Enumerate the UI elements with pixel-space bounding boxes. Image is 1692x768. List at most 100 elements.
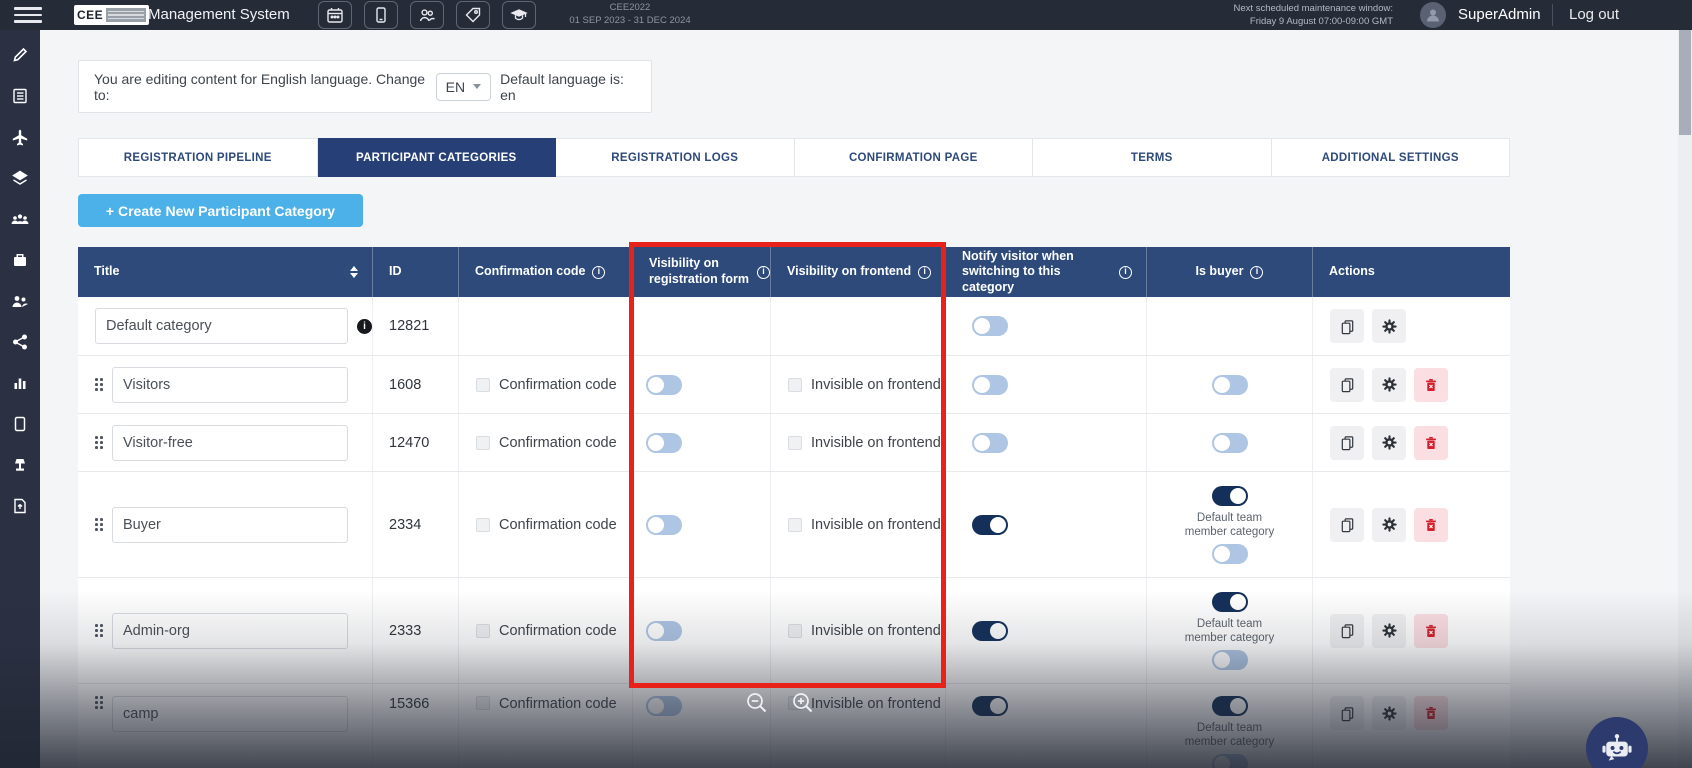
avatar[interactable]: [1420, 2, 1446, 28]
settings-button[interactable]: [1372, 368, 1406, 402]
tag-button[interactable]: [456, 1, 490, 29]
delete-button[interactable]: [1414, 508, 1448, 542]
drag-handle[interactable]: [95, 696, 103, 709]
username[interactable]: SuperAdmin: [1458, 6, 1541, 23]
copy-button[interactable]: [1330, 309, 1364, 343]
chatbot-button[interactable]: [1586, 717, 1648, 768]
default-team-toggle[interactable]: [1212, 544, 1248, 564]
sidebar-item-mobile-app[interactable]: [8, 415, 32, 433]
registration-visibility-toggle[interactable]: [646, 515, 682, 535]
confirmation-code-checkbox[interactable]: [476, 696, 490, 710]
copy-button[interactable]: [1330, 368, 1364, 402]
tab-participant-categories[interactable]: PARTICIPANT CATEGORIES: [318, 138, 557, 177]
default-team-toggle[interactable]: [1212, 754, 1248, 768]
sidebar-item-forms[interactable]: [8, 87, 32, 105]
sidebar-item-travel[interactable]: [8, 128, 32, 146]
category-title-input[interactable]: [95, 308, 348, 344]
category-title-input[interactable]: [112, 425, 348, 461]
info-icon[interactable]: [757, 266, 770, 279]
sidebar-item-exhibitors[interactable]: [8, 251, 32, 269]
tab-terms[interactable]: TERMS: [1033, 138, 1272, 177]
default-team-toggle[interactable]: [1212, 650, 1248, 670]
drag-handle[interactable]: [95, 436, 103, 449]
sidebar-item-documents[interactable]: [8, 497, 32, 515]
sort-control[interactable]: [350, 266, 358, 278]
drag-handle[interactable]: [95, 378, 103, 391]
is-buyer-toggle[interactable]: [1212, 433, 1248, 453]
delete-button[interactable]: [1414, 614, 1448, 648]
copy-button[interactable]: [1330, 426, 1364, 460]
sidebar-item-share[interactable]: [8, 333, 32, 351]
zoom-in-button[interactable]: [790, 690, 816, 716]
scrollbar-thumb[interactable]: [1679, 30, 1691, 135]
tab-registration-pipeline[interactable]: REGISTRATION PIPELINE: [78, 138, 318, 177]
category-title-input[interactable]: [112, 696, 348, 732]
notify-toggle[interactable]: [972, 621, 1008, 641]
mobile-button[interactable]: [364, 1, 398, 29]
confirmation-code-checkbox[interactable]: [476, 624, 490, 638]
notify-toggle[interactable]: [972, 375, 1008, 395]
copy-icon: [1339, 376, 1356, 393]
delete-button[interactable]: [1414, 426, 1448, 460]
create-category-button[interactable]: + Create New Participant Category: [78, 194, 363, 227]
category-title-input[interactable]: [112, 613, 348, 649]
info-icon[interactable]: [357, 319, 372, 334]
delete-button[interactable]: [1414, 368, 1448, 402]
invisible-frontend-checkbox[interactable]: [788, 518, 802, 532]
calendar-button[interactable]: [318, 1, 352, 29]
settings-button[interactable]: [1372, 614, 1406, 648]
confirmation-code-checkbox[interactable]: [476, 436, 490, 450]
tab-confirmation-page[interactable]: CONFIRMATION PAGE: [795, 138, 1034, 177]
confirmation-code-checkbox[interactable]: [476, 518, 490, 532]
delete-button[interactable]: [1414, 696, 1448, 730]
tab-additional-settings[interactable]: ADDITIONAL SETTINGS: [1272, 138, 1511, 177]
invisible-frontend-checkbox[interactable]: [788, 624, 802, 638]
language-select[interactable]: EN: [436, 73, 491, 101]
is-buyer-toggle[interactable]: [1212, 375, 1248, 395]
notify-toggle[interactable]: [972, 433, 1008, 453]
info-icon[interactable]: [1250, 266, 1263, 279]
copy-button[interactable]: [1330, 696, 1364, 730]
info-icon[interactable]: [918, 266, 931, 279]
copy-button[interactable]: [1330, 508, 1364, 542]
settings-button[interactable]: [1372, 508, 1406, 542]
users-button[interactable]: [410, 1, 444, 29]
notify-toggle[interactable]: [972, 696, 1008, 716]
is-buyer-toggle[interactable]: [1212, 592, 1248, 612]
copy-button[interactable]: [1330, 614, 1364, 648]
sidebar-item-stands[interactable]: [8, 456, 32, 474]
graduation-button[interactable]: [502, 1, 536, 29]
notify-toggle[interactable]: [972, 515, 1008, 535]
logout-button[interactable]: Log out: [1569, 6, 1619, 23]
scrollbar-track[interactable]: [1678, 28, 1692, 768]
hamburger-menu-icon[interactable]: [14, 7, 42, 23]
confirmation-code-checkbox[interactable]: [476, 378, 490, 392]
settings-button[interactable]: [1372, 426, 1406, 460]
sidebar-item-analytics[interactable]: [8, 374, 32, 392]
registration-visibility-toggle[interactable]: [646, 433, 682, 453]
drag-handle[interactable]: [95, 624, 103, 637]
category-title-input[interactable]: [112, 367, 348, 403]
category-title-input[interactable]: [112, 507, 348, 543]
sidebar-item-tickets[interactable]: [8, 169, 32, 187]
invisible-frontend-checkbox[interactable]: [788, 436, 802, 450]
column-header-actions: Actions: [1313, 247, 1510, 297]
tab-registration-logs[interactable]: REGISTRATION LOGS: [556, 138, 795, 177]
registration-visibility-toggle[interactable]: [646, 621, 682, 641]
info-icon[interactable]: [1119, 266, 1132, 279]
zoom-out-button[interactable]: [744, 690, 770, 716]
notify-toggle[interactable]: [972, 316, 1008, 336]
info-icon[interactable]: [592, 266, 605, 279]
settings-button[interactable]: [1372, 309, 1406, 343]
invisible-frontend-checkbox[interactable]: [788, 378, 802, 392]
sidebar-item-participants[interactable]: [8, 210, 32, 228]
table-row-admin-org: 2333 Confirmation code Invisible on fron…: [78, 578, 1510, 684]
is-buyer-toggle[interactable]: [1212, 486, 1248, 506]
sidebar-item-edit[interactable]: [8, 46, 32, 64]
registration-visibility-toggle[interactable]: [646, 375, 682, 395]
sidebar-item-team[interactable]: [8, 292, 32, 310]
registration-visibility-toggle[interactable]: [646, 696, 682, 716]
is-buyer-toggle[interactable]: [1212, 696, 1248, 716]
settings-button[interactable]: [1372, 696, 1406, 730]
drag-handle[interactable]: [95, 518, 103, 531]
